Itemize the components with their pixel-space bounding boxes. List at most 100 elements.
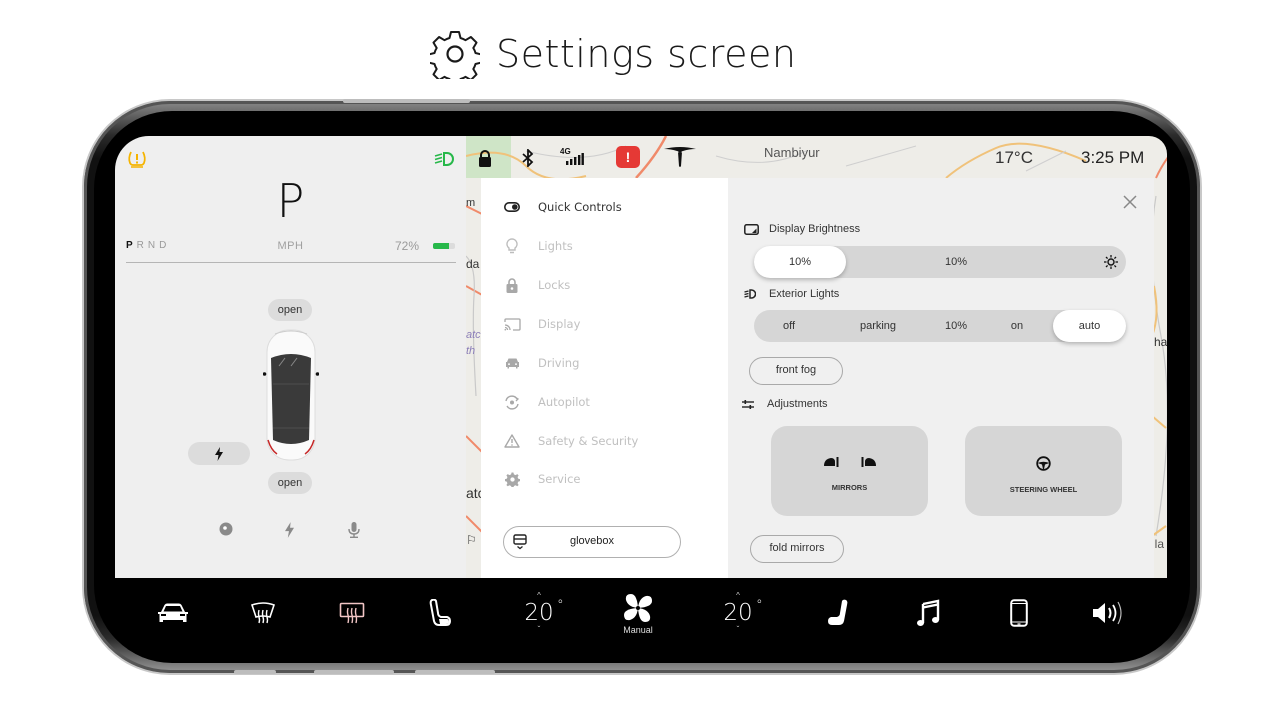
svg-text:th: th	[466, 345, 475, 357]
fan-button[interactable]: Manual	[615, 588, 661, 638]
svg-text:m: m	[466, 197, 475, 209]
fan-mode-label: Manual	[623, 624, 653, 635]
steering-wheel-adjust-button[interactable]: STEERING WHEEL	[965, 426, 1122, 516]
phone-bottom-button-2	[314, 670, 394, 674]
car-display: P PRND MPH 72% open open m da atc th atc…	[115, 136, 1167, 648]
display-brightness-label: Display Brightness	[744, 222, 860, 236]
alert-icon[interactable]: !	[616, 146, 640, 168]
front-fog-button[interactable]: front fog	[749, 357, 843, 385]
divider	[126, 262, 456, 263]
passenger-temperature-control[interactable]: ^ 20 ° ˇ	[712, 588, 764, 638]
menu-item-quick-controls[interactable]: Quick Controls	[503, 196, 622, 218]
volume-button[interactable]	[1090, 588, 1128, 638]
tire-pressure-warning-icon	[128, 151, 146, 168]
svg-text:⚐: ⚐	[466, 533, 477, 547]
quick-icons-row	[115, 522, 466, 542]
car-front-icon	[158, 603, 188, 622]
exterior-lights-selector: off parking 10% on auto	[754, 310, 1126, 342]
lock-icon[interactable]	[478, 150, 492, 167]
front-defrost-icon	[250, 602, 276, 624]
headlights-icon	[434, 152, 454, 166]
bluetooth-icon[interactable]	[521, 149, 535, 167]
passenger-temperature: 20 °	[723, 598, 763, 626]
lock-icon	[503, 276, 521, 294]
brightness-slider[interactable]: 10% 10%	[754, 246, 1126, 278]
steering-wheel-icon	[1036, 456, 1051, 471]
tesla-logo-icon[interactable]	[663, 146, 697, 168]
driver-temperature-control[interactable]: ^ 20 ° ˇ	[513, 588, 565, 638]
car-top-view-image	[263, 329, 319, 461]
toggle-icon	[503, 198, 521, 216]
menu-item-autopilot[interactable]: Autopilot	[503, 391, 590, 413]
temp-down-icon[interactable]: ˇ	[737, 626, 740, 634]
close-icon[interactable]	[1122, 194, 1138, 210]
gear-icon	[430, 31, 480, 79]
temp-up-icon[interactable]: ^	[736, 592, 740, 600]
temp-up-icon[interactable]: ^	[537, 592, 541, 600]
brightness-slider-thumb[interactable]: 10%	[754, 246, 846, 278]
menu-item-service[interactable]: Service	[503, 468, 581, 490]
front-defrost-button[interactable]	[248, 588, 278, 638]
fold-mirrors-button[interactable]: fold mirrors	[750, 535, 844, 563]
exterior-lights-option-auto[interactable]: auto	[1053, 310, 1126, 342]
lightning-icon	[215, 446, 223, 461]
warning-icon	[503, 432, 521, 450]
menu-item-display[interactable]: Display	[503, 313, 580, 335]
passenger-seat-heater-button[interactable]	[825, 588, 851, 638]
charge-port-button[interactable]	[188, 442, 250, 465]
menu-item-driving[interactable]: Driving	[503, 352, 579, 374]
phone-button[interactable]	[1008, 588, 1030, 638]
volume-icon	[1093, 601, 1122, 625]
status-bar: 4G ! Nambiyur 17°C 3:25 PM	[466, 136, 1167, 178]
bottom-dock: ^ 20 ° ˇ Manual ^ 20 ° ˇ	[115, 578, 1167, 648]
headlights-icon	[744, 287, 760, 301]
seat-icon	[828, 599, 848, 625]
microphone-icon[interactable]	[348, 522, 360, 543]
vehicle-status-panel: P PRND MPH 72% open open	[115, 136, 466, 578]
adjustments-label: Adjustments	[742, 397, 828, 411]
svg-text:da: da	[466, 257, 480, 271]
open-trunk-button[interactable]: open	[268, 472, 312, 494]
music-button[interactable]	[915, 588, 941, 638]
exterior-lights-option-on[interactable]: on	[992, 310, 1042, 342]
exterior-lights-option-off[interactable]: off	[754, 310, 824, 342]
svg-text:ha: ha	[1154, 335, 1167, 349]
exterior-lights-option-parking[interactable]: parking	[838, 310, 918, 342]
battery-fill	[433, 243, 449, 249]
driver-seat-heater-button[interactable]	[427, 588, 453, 638]
page-title: Settings screen	[430, 28, 796, 80]
map-place-label: Nambiyur	[764, 145, 820, 160]
bulb-icon	[503, 237, 521, 255]
camera-icon[interactable]	[219, 522, 233, 541]
autopilot-icon	[503, 393, 521, 411]
phone-icon	[1010, 599, 1028, 627]
exterior-lights-label: Exterior Lights	[744, 287, 839, 301]
open-frunk-button[interactable]: open	[268, 299, 312, 321]
glovebox-button[interactable]: glovebox	[503, 526, 681, 558]
mirrors-adjust-button[interactable]: MIRRORS	[771, 426, 928, 516]
fan-icon	[624, 593, 652, 622]
seat-icon	[429, 599, 451, 626]
car-controls-button[interactable]	[155, 588, 191, 638]
menu-item-safety-security[interactable]: Safety & Security	[503, 430, 638, 452]
quick-controls-panel: Display Brightness 10% 10% Exterior Ligh…	[728, 178, 1154, 578]
lightning-icon[interactable]	[285, 522, 294, 543]
rear-defrost-button[interactable]	[337, 588, 367, 638]
car-icon	[503, 354, 521, 372]
clock: 3:25 PM	[1081, 148, 1145, 167]
temp-down-icon[interactable]: ˇ	[538, 626, 541, 634]
gear-icon	[503, 470, 521, 488]
display-icon	[744, 222, 760, 236]
page-title-text: Settings screen	[496, 32, 797, 76]
exterior-lights-option-10[interactable]: 10%	[924, 310, 988, 342]
outside-temperature: 17°C	[995, 148, 1033, 167]
menu-item-lights[interactable]: Lights	[503, 235, 573, 257]
right-mirror-icon	[861, 457, 876, 467]
rear-defrost-icon	[339, 602, 365, 624]
phone-top-button	[343, 99, 470, 103]
menu-item-locks[interactable]: Locks	[503, 274, 570, 296]
sliders-icon	[742, 397, 758, 411]
phone-bottom-button-1	[234, 670, 276, 674]
phone-bottom-button-3	[415, 670, 495, 674]
brightness-value: 10%	[944, 256, 968, 268]
